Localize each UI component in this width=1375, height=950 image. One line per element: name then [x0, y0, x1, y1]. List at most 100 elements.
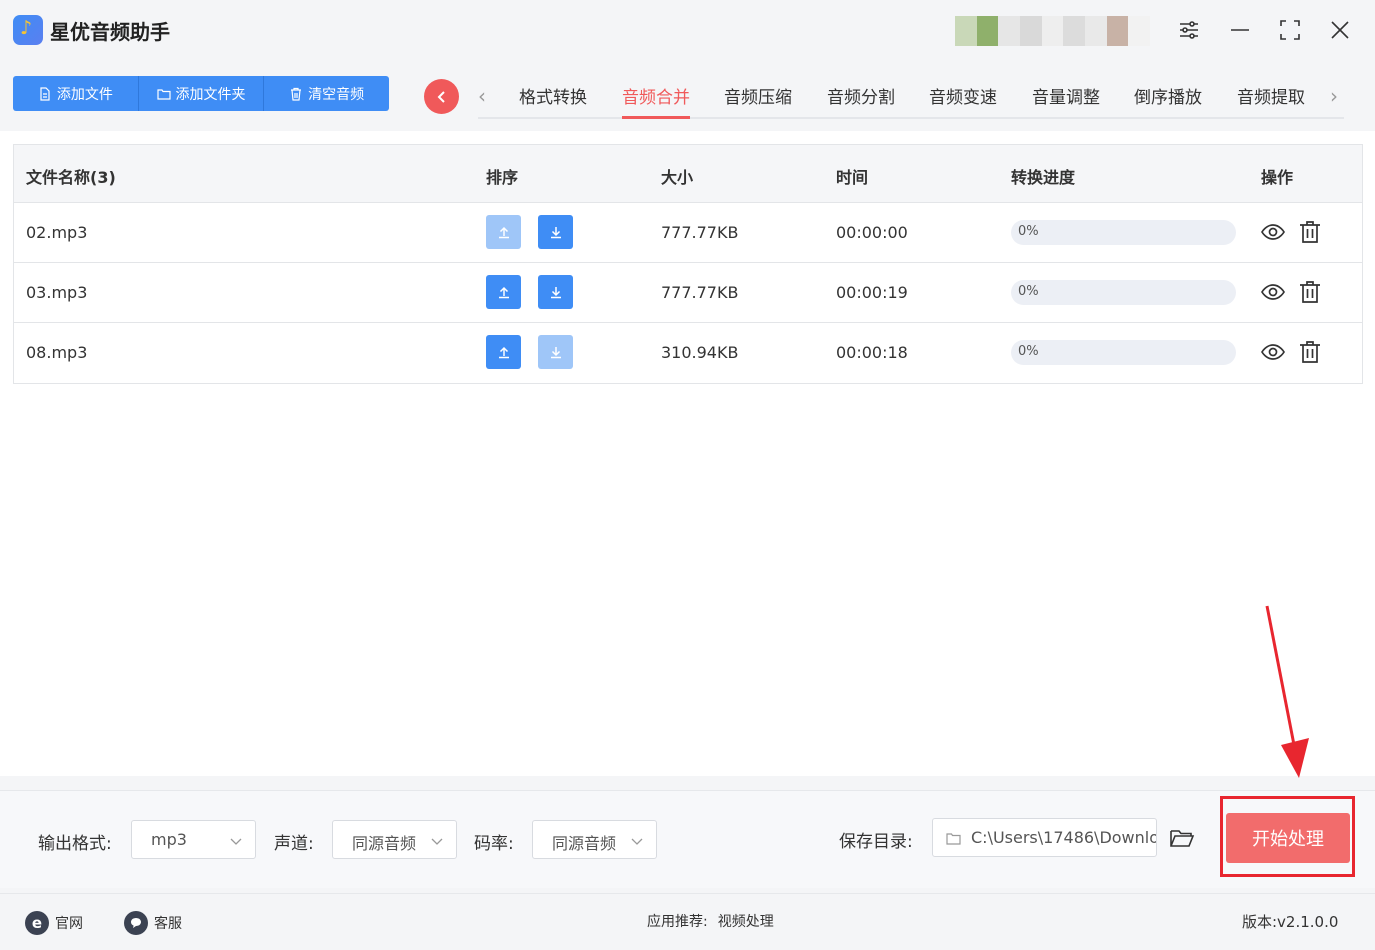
move-down-button[interactable]	[538, 275, 573, 309]
add-folder-button[interactable]: 添加文件夹	[139, 76, 265, 111]
header-filename: 文件名称(3)	[26, 168, 116, 187]
title-bar: 星优音频助手	[0, 0, 1375, 62]
add-file-button[interactable]: 添加文件	[13, 76, 139, 111]
move-up-button[interactable]	[486, 215, 521, 249]
start-processing-button[interactable]: 开始处理	[1226, 813, 1350, 863]
ie-browser-icon: e	[25, 911, 49, 935]
version-text: 版本:v2.1.0.0	[1242, 913, 1339, 931]
header-progress: 转换进度	[1011, 168, 1076, 187]
clear-audio-label: 清空音频	[308, 86, 365, 103]
format-value: mp3	[151, 830, 187, 849]
arrow-down-icon	[550, 227, 561, 239]
tab-audio-split[interactable]: 音频分割	[827, 83, 895, 119]
format-select[interactable]: mp3	[131, 820, 256, 859]
table-header: 文件名称(3) 排序 大小 时间 转换进度 操作	[14, 145, 1362, 203]
folder-icon	[156, 88, 171, 100]
file-icon	[40, 86, 50, 101]
preview-eye-icon[interactable]	[1260, 219, 1286, 245]
minimize-icon[interactable]	[1228, 18, 1252, 42]
move-down-button[interactable]	[538, 335, 573, 369]
tab-audio-extract[interactable]: 音频提取	[1237, 83, 1305, 119]
add-file-label: 添加文件	[56, 86, 113, 103]
row-size: 777.77KB	[661, 223, 739, 242]
tabs-scroll-left-icon[interactable]: ‹	[478, 84, 486, 108]
chevron-down-icon	[431, 838, 443, 845]
output-settings-bar: 输出格式: mp3 声道: 同源音频 码率: 同源音频 保存目录: C:\Use…	[0, 790, 1375, 888]
tabs-scroll-right-icon[interactable]: ›	[1330, 84, 1338, 108]
save-path-value: C:\Users\17486\Downloads	[971, 828, 1157, 847]
support-label: 客服	[154, 916, 182, 932]
save-dir-label: 保存目录:	[839, 832, 913, 852]
close-icon[interactable]	[1328, 18, 1352, 42]
header-sort: 排序	[486, 168, 519, 187]
chevron-down-icon	[230, 838, 242, 845]
tab-audio-compress[interactable]: 音频压缩	[724, 83, 792, 119]
tab-audio-merge[interactable]: 音频合并	[622, 83, 690, 119]
recommend-link[interactable]: 视频处理	[718, 911, 774, 931]
progress-text: 0%	[1018, 224, 1039, 239]
arrow-up-icon	[498, 226, 509, 239]
move-up-button[interactable]	[486, 275, 521, 309]
clear-audio-button[interactable]: 清空音频	[264, 76, 389, 111]
chat-bubble-icon	[124, 911, 148, 935]
app-title: 星优音频助手	[50, 20, 170, 44]
progress-text: 0%	[1018, 284, 1039, 299]
settings-sliders-icon[interactable]	[1177, 18, 1201, 42]
save-path-field[interactable]: C:\Users\17486\Downloads	[932, 818, 1157, 857]
table-row: 08.mp3 310.94KB 00:00:18 0%	[14, 323, 1362, 383]
arrow-up-icon	[498, 346, 509, 359]
delete-trash-icon[interactable]	[1297, 339, 1323, 365]
preview-eye-icon[interactable]	[1260, 339, 1286, 365]
header-ops: 操作	[1261, 168, 1294, 187]
move-up-button[interactable]	[486, 335, 521, 369]
bitrate-label: 码率:	[474, 834, 514, 854]
format-label: 输出格式:	[38, 834, 112, 854]
chevron-left-icon	[437, 90, 445, 103]
delete-trash-icon[interactable]	[1297, 279, 1323, 305]
official-site-link[interactable]: e 官网	[25, 911, 83, 935]
bitrate-select[interactable]: 同源音频	[532, 820, 657, 859]
row-filename: 02.mp3	[26, 223, 88, 242]
table-row: 02.mp3 777.77KB 00:00:00 0%	[14, 203, 1362, 263]
open-folder-icon[interactable]	[1169, 825, 1195, 851]
back-button[interactable]	[424, 79, 459, 114]
progress-text: 0%	[1018, 344, 1039, 359]
tab-reverse-play[interactable]: 倒序播放	[1134, 83, 1202, 119]
header-time: 时间	[836, 168, 869, 187]
arrow-up-icon	[498, 286, 509, 299]
row-size: 777.77KB	[661, 283, 739, 302]
row-time: 00:00:18	[836, 343, 908, 362]
tab-volume-adjust[interactable]: 音量调整	[1032, 83, 1100, 119]
table-row: 03.mp3 777.77KB 00:00:19 0%	[14, 263, 1362, 323]
feature-tabs: ‹ 格式转换 音频合并 音频压缩 音频分割 音频变速 音量调整 倒序播放 音频提…	[478, 78, 1344, 119]
recommend-label: 应用推荐:	[647, 914, 708, 930]
delete-trash-icon[interactable]	[1297, 219, 1323, 245]
bitrate-value: 同源音频	[552, 834, 617, 853]
tab-audio-speed[interactable]: 音频变速	[929, 83, 997, 119]
row-filename: 03.mp3	[26, 283, 88, 302]
user-avatar-blurred[interactable]	[955, 16, 1151, 46]
progress-bar: 0%	[1011, 340, 1236, 365]
annotation-arrow-icon	[1265, 605, 1309, 778]
row-size: 310.94KB	[661, 343, 739, 362]
move-down-button[interactable]	[538, 215, 573, 249]
official-site-label: 官网	[55, 916, 83, 932]
chevron-down-icon	[631, 838, 643, 845]
maximize-icon[interactable]	[1278, 18, 1302, 42]
footer-bar: e 官网 客服 应用推荐: 视频处理 版本:v2.1.0.0	[0, 893, 1375, 950]
row-time: 00:00:19	[836, 283, 908, 302]
row-filename: 08.mp3	[26, 343, 88, 362]
header-size: 大小	[661, 168, 694, 187]
support-link[interactable]: 客服	[124, 911, 182, 935]
tab-format-convert[interactable]: 格式转换	[519, 83, 587, 119]
trash-icon	[291, 87, 302, 101]
preview-eye-icon[interactable]	[1260, 279, 1286, 305]
channel-label: 声道:	[274, 834, 314, 854]
add-folder-label: 添加文件夹	[175, 86, 246, 103]
row-time: 00:00:00	[836, 223, 908, 242]
channel-select[interactable]: 同源音频	[332, 820, 457, 859]
channel-value: 同源音频	[352, 834, 417, 853]
folder-icon	[946, 833, 961, 845]
app-logo-icon	[13, 15, 43, 45]
app-recommend: 应用推荐: 视频处理	[647, 911, 774, 931]
